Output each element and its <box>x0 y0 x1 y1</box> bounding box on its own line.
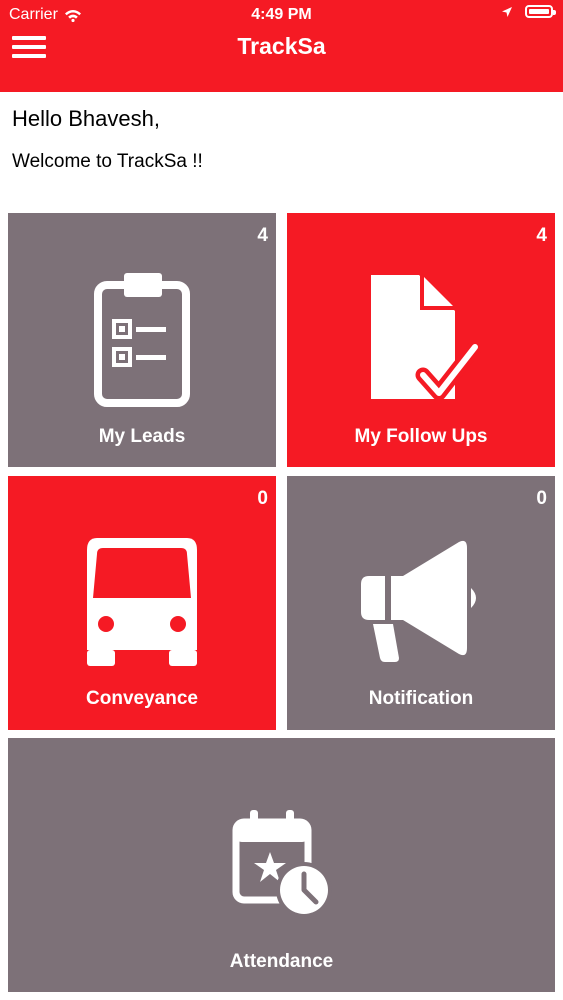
tile-label: Attendance <box>229 951 334 972</box>
tile-count-badge: 4 <box>257 225 268 246</box>
tile-notification[interactable]: 0 Notification <box>287 476 555 730</box>
tile-label: My Follow Ups <box>354 426 488 447</box>
status-time: 4:49 PM <box>251 6 312 23</box>
tile-count-badge: 0 <box>257 488 268 509</box>
tile-conveyance[interactable]: 0 Conveyance <box>8 476 276 730</box>
battery-icon <box>525 5 556 18</box>
app-header: Carrier 4:49 PM TrackSa <box>0 0 563 92</box>
calendar-clock-icon <box>232 810 332 918</box>
status-right-icons <box>501 5 556 18</box>
tile-label: Conveyance <box>86 688 198 709</box>
location-arrow-icon <box>502 6 512 17</box>
status-bar: Carrier 4:49 PM <box>0 0 563 30</box>
tile-count-badge: 0 <box>536 488 547 509</box>
bus-icon <box>87 538 197 666</box>
tile-label: My Leads <box>98 426 186 447</box>
clipboard-checklist-icon <box>94 273 190 407</box>
greeting-text: Hello Bhavesh, <box>12 106 160 131</box>
tile-my-leads[interactable]: 4 My Leads <box>8 213 276 467</box>
page-title: TrackSa <box>237 33 326 59</box>
tile-my-follow-ups[interactable]: 4 My Follow Ups <box>287 213 555 467</box>
document-check-icon <box>371 273 481 401</box>
tile-label: Notification <box>368 688 474 709</box>
megaphone-icon <box>361 540 476 662</box>
tile-attendance[interactable]: Attendance <box>8 738 555 992</box>
welcome-text: Welcome to TrackSa !! <box>12 151 203 172</box>
tile-count-badge: 4 <box>536 225 547 246</box>
